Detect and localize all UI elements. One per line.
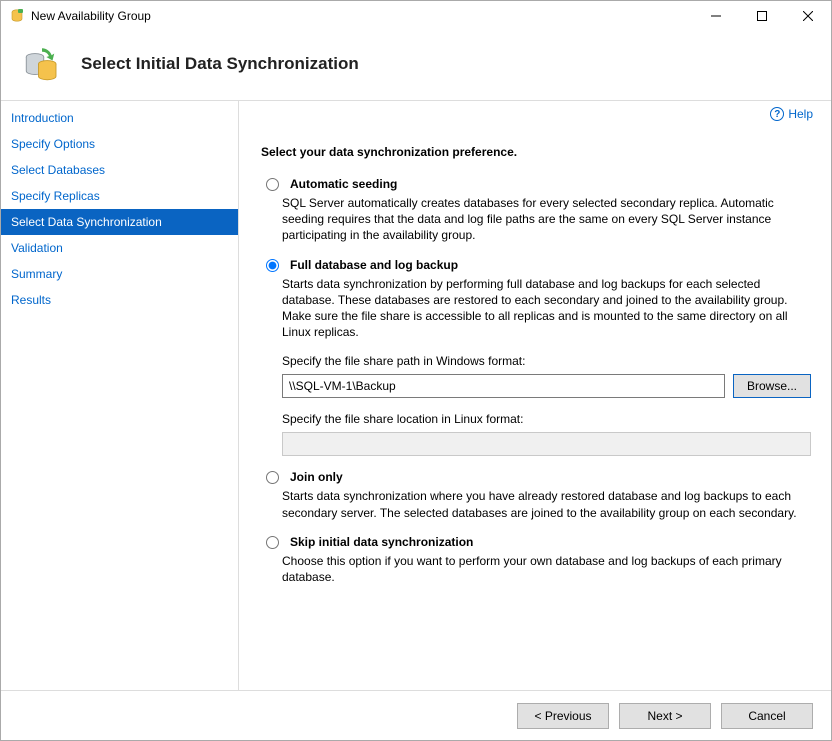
database-sync-icon [21, 43, 63, 85]
radio-full-backup[interactable] [266, 259, 279, 272]
sidebar-item-summary[interactable]: Summary [1, 261, 238, 287]
radio-join-only[interactable] [266, 471, 279, 484]
windows-path-label: Specify the file share path in Windows f… [282, 354, 811, 368]
radio-skip-sync[interactable] [266, 536, 279, 549]
option-skip-sync[interactable]: Skip initial data synchronization [261, 535, 811, 549]
window-title: New Availability Group [31, 9, 151, 23]
option-label: Skip initial data synchronization [290, 535, 473, 549]
wizard-steps-sidebar: Introduction Specify Options Select Data… [1, 101, 239, 690]
minimize-button[interactable] [693, 1, 739, 31]
cancel-button[interactable]: Cancel [721, 703, 813, 729]
sidebar-item-introduction[interactable]: Introduction [1, 105, 238, 131]
option-label: Automatic seeding [290, 177, 397, 191]
sidebar-item-label: Specify Options [11, 137, 95, 151]
sidebar-item-select-databases[interactable]: Select Databases [1, 157, 238, 183]
sidebar-item-select-data-sync[interactable]: Select Data Synchronization [1, 209, 238, 235]
close-button[interactable] [785, 1, 831, 31]
content-prompt: Select your data synchronization prefere… [261, 145, 811, 159]
sidebar-item-label: Results [11, 293, 51, 307]
app-icon [9, 8, 25, 24]
option-label: Join only [290, 470, 343, 484]
sidebar-item-specify-options[interactable]: Specify Options [1, 131, 238, 157]
browse-button[interactable]: Browse... [733, 374, 811, 398]
page-title: Select Initial Data Synchronization [81, 54, 359, 74]
windows-path-input[interactable] [282, 374, 725, 398]
sidebar-item-specify-replicas[interactable]: Specify Replicas [1, 183, 238, 209]
wizard-header: Select Initial Data Synchronization [1, 31, 831, 101]
sidebar-item-label: Validation [11, 241, 63, 255]
option-automatic-seeding[interactable]: Automatic seeding [261, 177, 811, 191]
sidebar-item-results[interactable]: Results [1, 287, 238, 313]
help-label: Help [788, 107, 813, 121]
option-desc-join: Starts data synchronization where you ha… [282, 488, 811, 520]
previous-button[interactable]: < Previous [517, 703, 609, 729]
help-link[interactable]: ? Help [770, 107, 813, 121]
sidebar-item-label: Select Databases [11, 163, 105, 177]
maximize-button[interactable] [739, 1, 785, 31]
wizard-footer: < Previous Next > Cancel [1, 690, 831, 740]
linux-path-input[interactable] [282, 432, 811, 456]
option-join-only[interactable]: Join only [261, 470, 811, 484]
wizard-content: ? Help Select your data synchronization … [239, 101, 831, 690]
sidebar-item-label: Select Data Synchronization [11, 215, 162, 229]
sidebar-item-validation[interactable]: Validation [1, 235, 238, 261]
help-icon: ? [770, 107, 784, 121]
option-desc-skip: Choose this option if you want to perfor… [282, 553, 811, 585]
next-button[interactable]: Next > [619, 703, 711, 729]
linux-path-label: Specify the file share location in Linux… [282, 412, 811, 426]
option-full-backup[interactable]: Full database and log backup [261, 258, 811, 272]
sidebar-item-label: Introduction [11, 111, 74, 125]
sidebar-item-label: Summary [11, 267, 62, 281]
option-desc-full: Starts data synchronization by performin… [282, 276, 811, 341]
sidebar-item-label: Specify Replicas [11, 189, 100, 203]
option-desc-automatic: SQL Server automatically creates databas… [282, 195, 811, 244]
titlebar: New Availability Group [1, 1, 831, 31]
option-label: Full database and log backup [290, 258, 458, 272]
radio-automatic-seeding[interactable] [266, 178, 279, 191]
